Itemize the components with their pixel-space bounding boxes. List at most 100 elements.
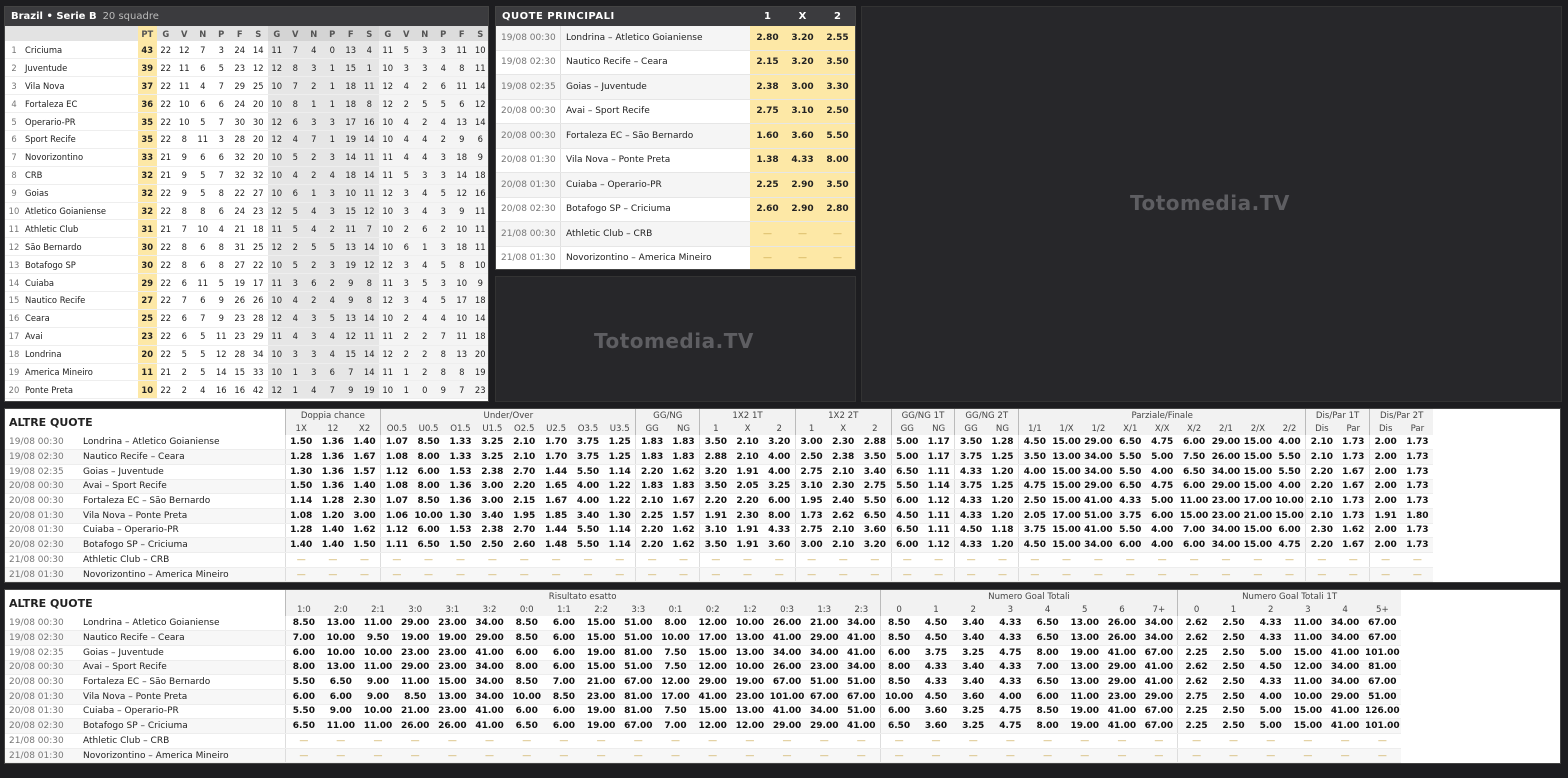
odd-cell[interactable]: 4.75 <box>1146 479 1179 495</box>
standings-row[interactable]: 5 Operario-PR 35 22 10 5 7 30 30 12 6 3 3 17 16 10 4 2 4 13… <box>5 112 488 131</box>
odd-cell[interactable]: 4.50 <box>1252 660 1290 676</box>
standings-row[interactable]: 10 Atletico Goianiense 32 22 8 8 6 24 23 12 5 4 3 15 1… <box>5 202 488 221</box>
main-quote-row[interactable]: 20/08 01:30 Vila Nova – Ponte Preta 1.38 4.… <box>496 148 855 173</box>
odd-cell[interactable]: 1.73 <box>1337 449 1370 465</box>
odd-cell[interactable]: 34.00 <box>1326 630 1364 646</box>
odd-cell[interactable]: 1.85 <box>540 508 573 524</box>
odd-cell[interactable]: — <box>805 748 843 763</box>
odd-cell[interactable]: 8.50 <box>412 435 445 451</box>
odd-cell[interactable]: — <box>476 567 509 582</box>
odd-cell[interactable]: — <box>582 733 620 749</box>
odd-cell[interactable]: 34.00 <box>805 645 843 661</box>
aq2-row[interactable]: 20/08 02:30 Botafogo SP – Criciuma 6.50 11.… <box>5 718 1401 734</box>
odd-cell[interactable]: 29.00 <box>1210 435 1242 451</box>
odd-cell[interactable]: 7.00 <box>1178 523 1211 539</box>
odd-cell[interactable]: 2.60 <box>508 537 541 553</box>
odd-cell[interactable]: 1.83 <box>667 449 700 465</box>
odd-cell[interactable]: 6.00 <box>890 537 923 553</box>
odd-cell[interactable]: 4.00 <box>1273 479 1306 495</box>
odd-cell[interactable]: — <box>1210 567 1242 582</box>
odd-cell[interactable]: 34.00 <box>1326 660 1364 676</box>
odd-cell[interactable]: — <box>859 552 892 568</box>
odd-cell[interactable]: 1.67 <box>667 493 700 509</box>
odd-cell[interactable]: 2.50 <box>1214 630 1253 646</box>
odd-cell[interactable]: 41.00 <box>1140 674 1178 690</box>
odd-cell[interactable]: 3.00 <box>794 537 828 553</box>
odd-cell[interactable]: 29.00 <box>1082 479 1115 495</box>
odd-cell[interactable]: 1.67 <box>1337 479 1370 495</box>
odd-cell[interactable]: 13.00 <box>322 660 360 676</box>
odd-1[interactable]: 2.25 <box>750 173 785 197</box>
odd-cell[interactable]: — <box>1273 567 1306 582</box>
odd-cell[interactable]: 34.00 <box>470 616 509 632</box>
standings-row[interactable]: 4 Fortaleza EC 36 22 10 6 6 24 20 10 8 1 1 18 8 12 2 5 5 6 1… <box>5 94 488 114</box>
odd-cell[interactable]: 1.70 <box>540 449 573 465</box>
odd-cell[interactable]: — <box>1289 733 1327 749</box>
odd-cell[interactable]: 1.12 <box>922 537 955 553</box>
odd-cell[interactable]: — <box>508 733 546 749</box>
odd-cell[interactable]: 7.50 <box>656 660 695 676</box>
odd-cell[interactable]: 6.00 <box>545 660 583 676</box>
odd-cell[interactable]: — <box>1273 552 1306 568</box>
odd-cell[interactable]: 2.20 <box>1305 464 1338 480</box>
odd-cell[interactable]: — <box>1140 733 1178 749</box>
odd-cell[interactable]: 7.50 <box>656 645 695 661</box>
odd-cell[interactable]: 3.20 <box>859 537 892 553</box>
odd-cell[interactable]: 29.00 <box>396 616 434 632</box>
odd-cell[interactable]: — <box>1178 567 1211 582</box>
odd-cell[interactable]: 1.20 <box>986 493 1019 509</box>
odd-cell[interactable]: 8.00 <box>879 660 918 676</box>
odd-cell[interactable]: 8.00 <box>763 508 796 524</box>
odd-cell[interactable]: 41.00 <box>470 645 509 661</box>
standings-row[interactable]: 14 Cuiaba 29 22 6 11 5 19 17 11 3 6 2 9 8 11 3 5 3 10 9 <box>5 273 488 292</box>
odd-cell[interactable]: — <box>768 733 806 749</box>
odd-cell[interactable]: 1.25 <box>986 449 1019 465</box>
odd-cell[interactable]: 1.73 <box>1401 537 1434 553</box>
odd-cell[interactable]: — <box>470 748 509 763</box>
standings-row[interactable]: 2 Juventude 39 22 11 6 5 23 12 12 8 3 1 15 1 10 3 3 4 8 11 <box>5 58 488 78</box>
odd-cell[interactable]: 2.70 <box>508 523 541 539</box>
odd-cell[interactable]: 26.00 <box>1103 616 1141 632</box>
odd-cell[interactable]: 6.00 <box>879 704 918 720</box>
odd-cell[interactable]: 12.00 <box>656 674 695 690</box>
odd-cell[interactable]: 1.08 <box>284 508 317 524</box>
odd-cell[interactable]: 6.50 <box>1028 674 1067 690</box>
odd-cell[interactable]: 34.00 <box>470 689 509 705</box>
odd-cell[interactable]: — <box>619 733 657 749</box>
odd-cell[interactable]: 3.10 <box>794 479 828 495</box>
odd-cell[interactable]: 2.50 <box>1214 689 1253 705</box>
odd-cell[interactable]: 19.00 <box>582 718 620 734</box>
odd-cell[interactable]: 3.50 <box>699 537 732 553</box>
odd-cell[interactable]: 5.50 <box>1114 449 1147 465</box>
aq1-row[interactable]: 21/08 00:30 Athletic Club – CRB — — — — — — — — — —… <box>5 552 1434 568</box>
odd-cell[interactable]: 1.91 <box>731 537 764 553</box>
odd-cell[interactable]: 10.00 <box>1289 689 1327 705</box>
odd-cell[interactable]: 2.00 <box>1368 435 1402 451</box>
odd-cell[interactable]: 4.75 <box>991 704 1029 720</box>
odd-cell[interactable]: 1.20 <box>986 464 1019 480</box>
odd-cell[interactable]: 2.00 <box>1368 449 1402 465</box>
odd-cell[interactable]: 2.30 <box>827 479 860 495</box>
odd-cell[interactable]: — <box>954 748 992 763</box>
odd-cell[interactable]: — <box>444 552 477 568</box>
odd-1[interactable]: — <box>750 246 785 269</box>
odd-cell[interactable]: 4.50 <box>917 616 955 632</box>
odd-cell[interactable]: 6.00 <box>1146 508 1179 524</box>
odd-cell[interactable]: 2.30 <box>827 435 860 451</box>
odd-cell[interactable]: 101.00 <box>1363 645 1401 661</box>
odd-cell[interactable]: — <box>859 567 892 582</box>
odd-cell[interactable]: 1.73 <box>1337 508 1370 524</box>
odd-cell[interactable]: 1.36 <box>444 493 477 509</box>
odd-cell[interactable]: — <box>1363 748 1401 763</box>
odd-cell[interactable]: 2.20 <box>699 493 732 509</box>
odd-cell[interactable]: 6.50 <box>322 674 360 690</box>
odd-cell[interactable]: 10.00 <box>1273 493 1306 509</box>
odd-cell[interactable]: 26.00 <box>1210 449 1242 465</box>
odd-cell[interactable]: 6.00 <box>412 523 445 539</box>
odd-x[interactable]: 4.33 <box>785 148 820 172</box>
odd-cell[interactable]: 13.00 <box>1066 660 1104 676</box>
odd-cell[interactable]: 4.50 <box>917 630 955 646</box>
odd-cell[interactable]: 1.17 <box>922 435 955 451</box>
odd-cell[interactable]: 4.75 <box>1018 479 1051 495</box>
odd-cell[interactable]: 8.50 <box>879 630 918 646</box>
